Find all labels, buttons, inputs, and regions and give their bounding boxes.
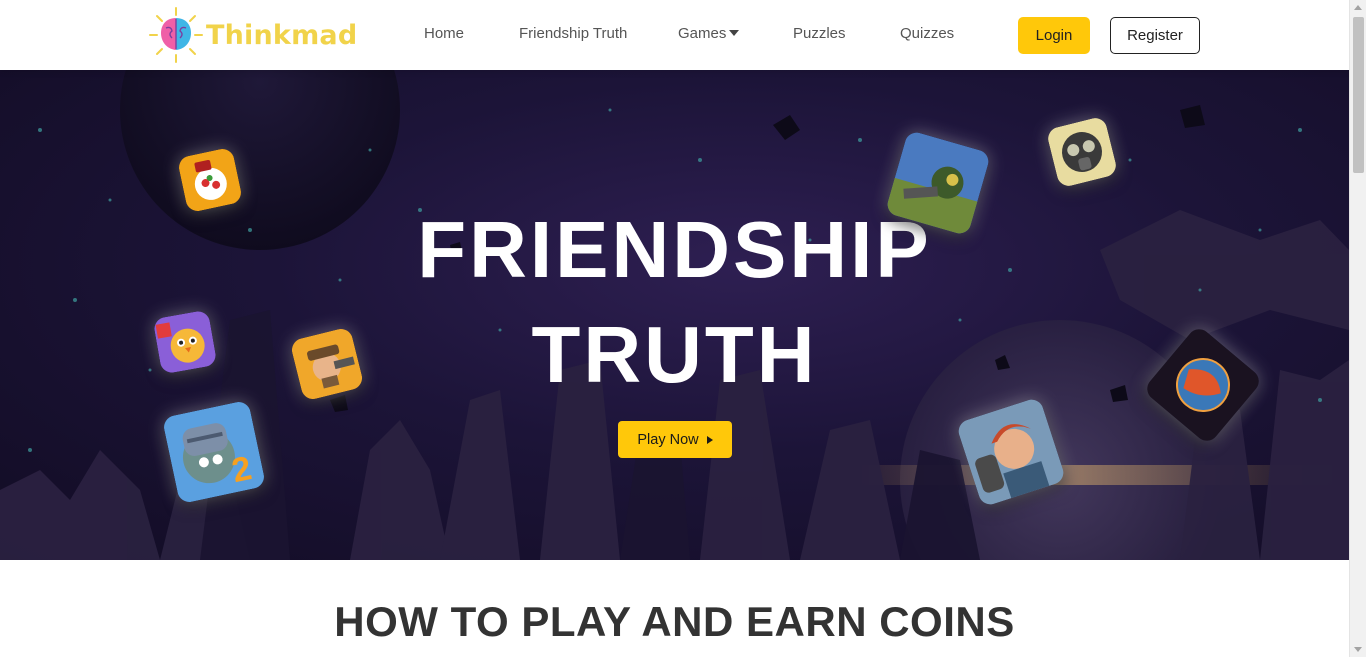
hero-banner: FRIENDSHIP TRUTH Play Now 2 <box>0 70 1349 560</box>
section-title: HOW TO PLAY AND EARN COINS <box>334 598 1015 645</box>
caret-down-icon <box>729 30 740 36</box>
nav-games-label: Games <box>678 25 727 42</box>
play-arrow-icon <box>706 435 713 444</box>
brain-logo-icon <box>149 7 203 63</box>
vertical-scrollbar[interactable] <box>1349 0 1366 657</box>
play-now-label: Play Now <box>637 431 699 448</box>
logo[interactable]: Thinkmad <box>148 6 357 64</box>
nav-quizzes[interactable]: Quizzes <box>900 25 954 42</box>
game-icon-chick[interactable] <box>152 309 218 375</box>
nav-home[interactable]: Home <box>424 25 464 42</box>
scroll-up-arrow-icon[interactable] <box>1354 5 1362 10</box>
nav-games[interactable]: Games <box>678 25 740 42</box>
nav-friendship-truth[interactable]: Friendship Truth <box>519 25 627 42</box>
page: Thinkmad Home Friendship Truth Games Puz… <box>0 0 1349 657</box>
play-now-button[interactable]: Play Now <box>618 421 732 458</box>
game-icon-zombie-knight[interactable]: 2 <box>161 399 267 505</box>
game-icon-pizza[interactable] <box>176 146 244 214</box>
scroll-down-arrow-icon[interactable] <box>1354 647 1362 652</box>
nav-puzzles[interactable]: Puzzles <box>793 25 846 42</box>
register-button[interactable]: Register <box>1110 17 1200 54</box>
site-header: Thinkmad Home Friendship Truth Games Puz… <box>0 0 1349 70</box>
hero-title-line-1: FRIENDSHIP <box>417 205 932 294</box>
scrollbar-thumb[interactable] <box>1353 17 1364 173</box>
brand-name: Thinkmad <box>206 19 358 51</box>
login-button[interactable]: Login <box>1018 17 1090 54</box>
